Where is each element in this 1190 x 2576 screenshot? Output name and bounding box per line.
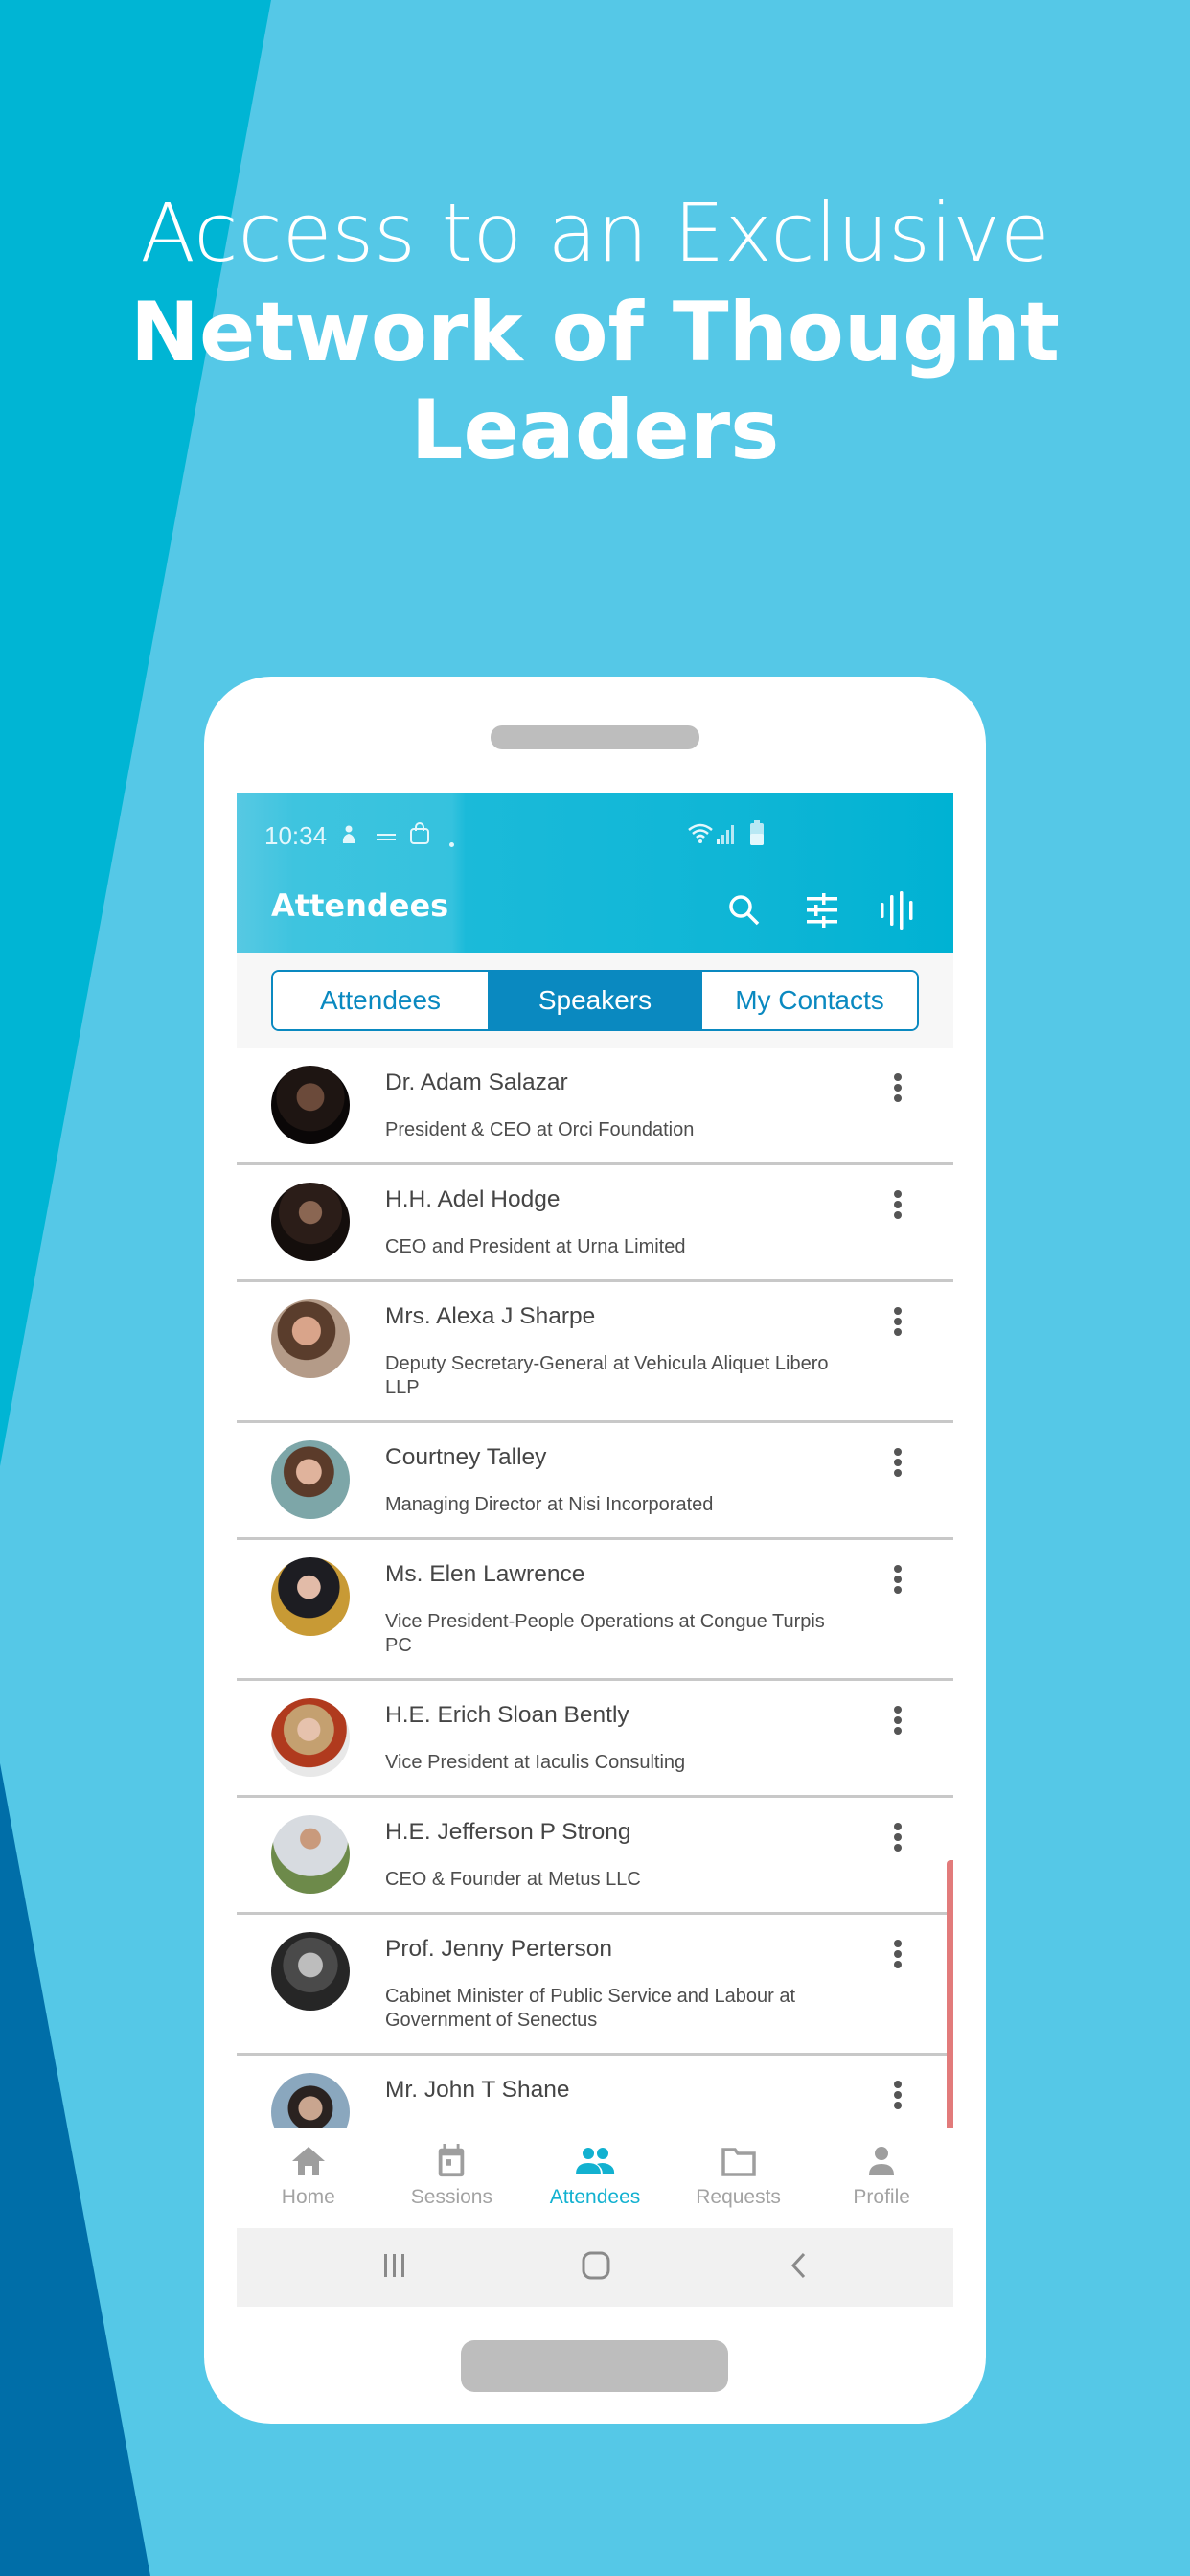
page-title: Attendees <box>271 887 449 924</box>
speaker-name: H.H. Adel Hodge <box>385 1186 561 1212</box>
nav-label: Attendees <box>549 2186 641 2208</box>
segment-speakers[interactable]: Speakers <box>488 972 702 1029</box>
more-options-button[interactable] <box>888 1823 907 1857</box>
more-options-button[interactable] <box>888 1565 907 1599</box>
bottom-navigation: Home Sessions Attendees Requests Profile <box>237 2128 953 2228</box>
speaker-title: President & CEO at Orci Foundation <box>385 1119 695 1140</box>
folder-icon <box>721 2148 756 2176</box>
speaker-name: Courtney Talley <box>385 1444 547 1470</box>
speaker-title: Vice President at Iaculis Consulting <box>385 1752 686 1773</box>
back-button[interactable] <box>785 2251 813 2285</box>
wifi-icon <box>687 822 714 850</box>
segment-my-contacts[interactable]: My Contacts <box>702 972 917 1029</box>
system-navigation-bar <box>237 2228 953 2307</box>
more-options-button[interactable] <box>888 1190 907 1225</box>
home-icon <box>582 2251 610 2280</box>
list-item[interactable]: Ms. Elen Lawrence Vice President-People … <box>237 1540 953 1681</box>
speaker-title: Cabinet Minister of Public Service and L… <box>385 1986 796 2031</box>
people-icon <box>575 2148 615 2174</box>
speaker-name: Ms. Elen Lawrence <box>385 1561 585 1587</box>
segment-attendees[interactable]: Attendees <box>273 972 488 1029</box>
speaker-title: Deputy Secretary-General at Vehicula Ali… <box>385 1353 829 1398</box>
speaker-title: CEO & Founder at Metus LLC <box>385 1869 641 1890</box>
speaker-title: CEO and President at Urna Limited <box>385 1236 686 1257</box>
avatar <box>271 1440 350 1519</box>
what-to-expect-icon <box>377 828 396 848</box>
speaker-name: Mr. John T Shane <box>385 2077 570 2103</box>
app-bar: 10:34 Attendees <box>237 794 953 953</box>
avatar <box>271 1557 350 1636</box>
home-icon <box>291 2147 325 2175</box>
status-time: 10:34 <box>264 821 328 850</box>
more-options-button[interactable] <box>888 1073 907 1108</box>
phone-home-button <box>461 2340 728 2392</box>
speaker-title: Vice President-People Operations at Cong… <box>385 1611 825 1656</box>
list-item[interactable]: H.E. Jefferson P Strong CEO & Founder at… <box>237 1798 953 1915</box>
voice-wave-icon <box>881 891 913 930</box>
signal-icon <box>716 822 735 850</box>
list-scrollbar[interactable] <box>947 1860 953 2157</box>
list-item[interactable]: H.E. Erich Sloan Bently Vice President a… <box>237 1681 953 1798</box>
avatar <box>271 1815 350 1894</box>
avatar <box>271 1066 350 1144</box>
search-button[interactable] <box>723 889 766 932</box>
speaker-name: H.E. Erich Sloan Bently <box>385 1702 629 1728</box>
speaker-name: Dr. Adam Salazar <box>385 1070 568 1095</box>
more-options-button[interactable] <box>888 1448 907 1483</box>
avatar <box>271 1932 350 2011</box>
speaker-name: Mrs. Alexa J Sharpe <box>385 1303 596 1329</box>
app-screen: 10:34 Attendees Attendees Speakers My Co… <box>237 794 953 2307</box>
filter-button[interactable] <box>801 889 843 932</box>
more-options-button[interactable] <box>888 1307 907 1342</box>
battery-icon <box>750 820 764 850</box>
recent-apps-icon <box>384 2254 404 2277</box>
headline-line-2: Network of Thought <box>129 285 1061 380</box>
nav-label: Profile <box>853 2186 910 2208</box>
dot-icon <box>449 832 454 852</box>
promo-headline: Access to an Exclusive Network of Though… <box>0 182 1190 479</box>
baby-app-icon <box>340 824 357 850</box>
headline-line-3: Leaders <box>410 382 780 478</box>
recent-apps-button[interactable] <box>380 2251 409 2285</box>
search-icon <box>729 895 760 926</box>
list-item[interactable]: Prof. Jenny Perterson Cabinet Minister o… <box>237 1915 953 2056</box>
speaker-title: Managing Director at Nisi Incorporated <box>385 1494 714 1515</box>
person-icon <box>869 2147 895 2175</box>
status-bar: 10:34 <box>237 816 953 855</box>
calendar-icon <box>439 2144 465 2177</box>
list-item[interactable]: Courtney Talley Managing Director at Nis… <box>237 1423 953 1540</box>
segment-control-wrapper: Attendees Speakers My Contacts <box>237 953 953 1048</box>
nav-attendees[interactable]: Attendees <box>523 2128 667 2228</box>
speaker-name: H.E. Jefferson P Strong <box>385 1819 631 1845</box>
list-item[interactable]: Dr. Adam Salazar President & CEO at Orci… <box>237 1048 953 1165</box>
avatar <box>271 1183 350 1261</box>
avatar <box>271 1300 350 1378</box>
phone-frame: 10:34 Attendees Attendees Speakers My Co… <box>204 677 986 2424</box>
home-system-button[interactable] <box>582 2251 610 2285</box>
back-icon <box>790 2252 806 2279</box>
more-options-button[interactable] <box>888 1706 907 1740</box>
shopping-bag-icon <box>409 822 430 850</box>
nav-label: Requests <box>696 2186 781 2208</box>
voice-button[interactable] <box>877 889 919 932</box>
nav-label: Sessions <box>410 2186 492 2208</box>
nav-profile[interactable]: Profile <box>810 2128 953 2228</box>
list-item[interactable]: Mrs. Alexa J Sharpe Deputy Secretary-Gen… <box>237 1282 953 1423</box>
list-item[interactable]: H.H. Adel Hodge CEO and President at Urn… <box>237 1165 953 1282</box>
speaker-list: Dr. Adam Salazar President & CEO at Orci… <box>237 1048 953 2173</box>
more-options-button[interactable] <box>888 2081 907 2115</box>
nav-sessions[interactable]: Sessions <box>380 2128 524 2228</box>
segment-control: Attendees Speakers My Contacts <box>271 970 919 1031</box>
phone-speaker <box>491 725 699 749</box>
nav-requests[interactable]: Requests <box>667 2128 811 2228</box>
nav-label: Home <box>281 2186 335 2208</box>
dark-blue-background-shape <box>0 1763 150 2576</box>
filter-sliders-icon <box>807 893 837 928</box>
headline-line-1: Access to an Exclusive <box>140 186 1050 280</box>
nav-home[interactable]: Home <box>237 2128 380 2228</box>
avatar <box>271 1698 350 1777</box>
more-options-button[interactable] <box>888 1940 907 1974</box>
speaker-name: Prof. Jenny Perterson <box>385 1936 612 1962</box>
